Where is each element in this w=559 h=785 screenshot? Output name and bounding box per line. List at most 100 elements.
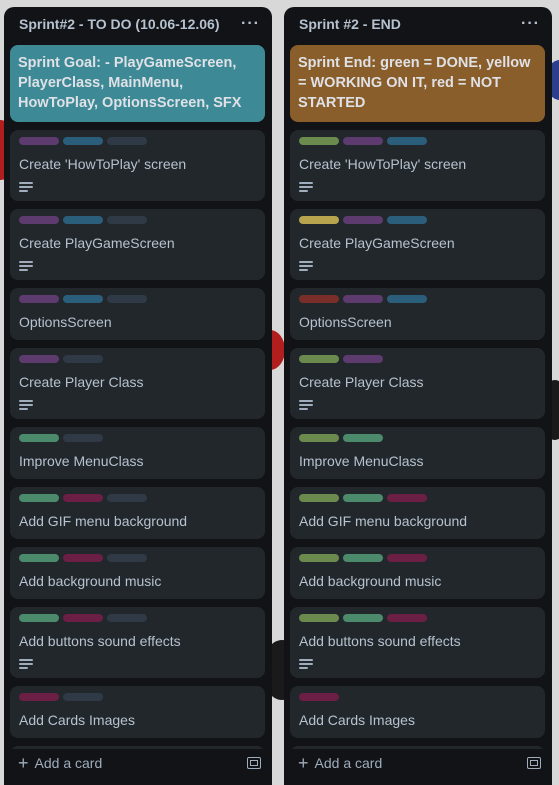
label-blue[interactable] (63, 295, 103, 303)
label-purple[interactable] (343, 137, 383, 145)
card-title: Add buttons sound effects (299, 633, 461, 649)
label-olive[interactable] (299, 137, 339, 145)
label-slate[interactable] (63, 355, 103, 363)
label-green[interactable] (343, 434, 383, 442)
card[interactable]: OptionsScreen (290, 288, 545, 340)
label-magenta[interactable] (387, 614, 427, 622)
card[interactable]: Create PlayGameScreen (10, 209, 265, 280)
card[interactable]: Add background music (290, 547, 545, 599)
description-icon (19, 659, 33, 669)
label-purple[interactable] (19, 295, 59, 303)
card-title: OptionsScreen (299, 314, 392, 330)
card-labels (19, 554, 256, 562)
card[interactable]: Add background music (10, 547, 265, 599)
label-yellow[interactable] (299, 216, 339, 224)
list-sprint-todo[interactable]: Sprint#2 - TO DO (10.06-12.06) ··· Sprin… (4, 7, 272, 785)
label-slate[interactable] (107, 614, 147, 622)
card[interactable]: OptionsScreen (10, 288, 265, 340)
card[interactable]: Create 'HowToPlay' screen (290, 130, 545, 201)
label-magenta[interactable] (63, 614, 103, 622)
label-purple[interactable] (343, 355, 383, 363)
card[interactable]: Add buttons sound effects (290, 607, 545, 678)
label-purple[interactable] (343, 216, 383, 224)
card[interactable]: Improve MenuClass (10, 427, 265, 479)
card-title: Add GIF menu background (19, 513, 188, 529)
card-list: Sprint Goal: - PlayGameScreen, PlayerCla… (10, 45, 265, 749)
card-labels (299, 434, 536, 442)
label-magenta[interactable] (19, 693, 59, 701)
card-labels (299, 355, 536, 363)
label-slate[interactable] (107, 554, 147, 562)
list-title[interactable]: Sprint #2 - END (299, 16, 401, 32)
more-horizontal-icon[interactable]: ··· (241, 15, 260, 33)
more-horizontal-icon[interactable]: ··· (521, 15, 540, 33)
label-purple[interactable] (19, 216, 59, 224)
sprint-goal-card[interactable]: Sprint Goal: - PlayGameScreen, PlayerCla… (10, 45, 265, 122)
card[interactable]: Create 'HowToPlay' screen (10, 130, 265, 201)
list-sprint-end[interactable]: Sprint #2 - END ··· Sprint End: green = … (284, 7, 552, 785)
add-card-button[interactable]: + Add a card (10, 754, 102, 772)
label-olive[interactable] (299, 614, 339, 622)
label-magenta[interactable] (387, 494, 427, 502)
label-purple[interactable] (19, 137, 59, 145)
label-blue[interactable] (387, 295, 427, 303)
sprint-goal-card[interactable]: Sprint End: green = DONE, yellow = WORKI… (290, 45, 545, 122)
description-icon (19, 182, 33, 192)
card-template-icon[interactable] (527, 757, 541, 769)
card-title: Create PlayGameScreen (299, 235, 455, 251)
card[interactable]: Add GIF menu background (10, 487, 265, 539)
description-icon (19, 261, 33, 271)
label-olive[interactable] (299, 494, 339, 502)
label-slate[interactable] (107, 494, 147, 502)
label-magenta[interactable] (387, 554, 427, 562)
label-green[interactable] (19, 614, 59, 622)
label-magenta[interactable] (299, 693, 339, 701)
card[interactable]: Add buttons sound effects (10, 607, 265, 678)
card[interactable]: Add GIF menu background (290, 487, 545, 539)
label-olive[interactable] (299, 554, 339, 562)
label-magenta[interactable] (63, 494, 103, 502)
card[interactable]: Add Cards Images (10, 686, 265, 738)
label-blue[interactable] (63, 216, 103, 224)
card[interactable]: Create Player Class (290, 348, 545, 419)
label-green[interactable] (343, 494, 383, 502)
label-slate[interactable] (107, 137, 147, 145)
card-labels (19, 295, 256, 303)
card-labels (299, 295, 536, 303)
label-slate[interactable] (107, 295, 147, 303)
card[interactable]: Add Cards Images (290, 686, 545, 738)
label-slate[interactable] (63, 434, 103, 442)
description-icon (299, 261, 313, 271)
list-header: Sprint #2 - END ··· (284, 7, 552, 41)
card[interactable]: Create PlayGameScreen (290, 209, 545, 280)
label-blue[interactable] (387, 137, 427, 145)
card-labels (19, 434, 256, 442)
label-red[interactable] (299, 295, 339, 303)
label-green[interactable] (19, 554, 59, 562)
label-olive[interactable] (299, 355, 339, 363)
label-blue[interactable] (387, 216, 427, 224)
card-title: Create Player Class (19, 374, 144, 390)
list-title[interactable]: Sprint#2 - TO DO (10.06-12.06) (19, 16, 219, 32)
card-labels (299, 494, 536, 502)
add-card-button[interactable]: + Add a card (290, 754, 382, 772)
card-list: Sprint End: green = DONE, yellow = WORKI… (290, 45, 545, 749)
list-footer: + Add a card (10, 749, 265, 777)
label-purple[interactable] (343, 295, 383, 303)
label-green[interactable] (343, 554, 383, 562)
plus-icon: + (298, 753, 309, 773)
card[interactable]: Create Player Class (10, 348, 265, 419)
label-green[interactable] (343, 614, 383, 622)
label-blue[interactable] (63, 137, 103, 145)
label-green[interactable] (19, 434, 59, 442)
label-purple[interactable] (19, 355, 59, 363)
label-slate[interactable] (63, 693, 103, 701)
label-magenta[interactable] (63, 554, 103, 562)
card-title: Add Cards Images (19, 712, 135, 728)
label-green[interactable] (19, 494, 59, 502)
card-title: Add Cards Images (299, 712, 415, 728)
label-slate[interactable] (107, 216, 147, 224)
label-olive[interactable] (299, 434, 339, 442)
card-template-icon[interactable] (247, 757, 261, 769)
card[interactable]: Improve MenuClass (290, 427, 545, 479)
